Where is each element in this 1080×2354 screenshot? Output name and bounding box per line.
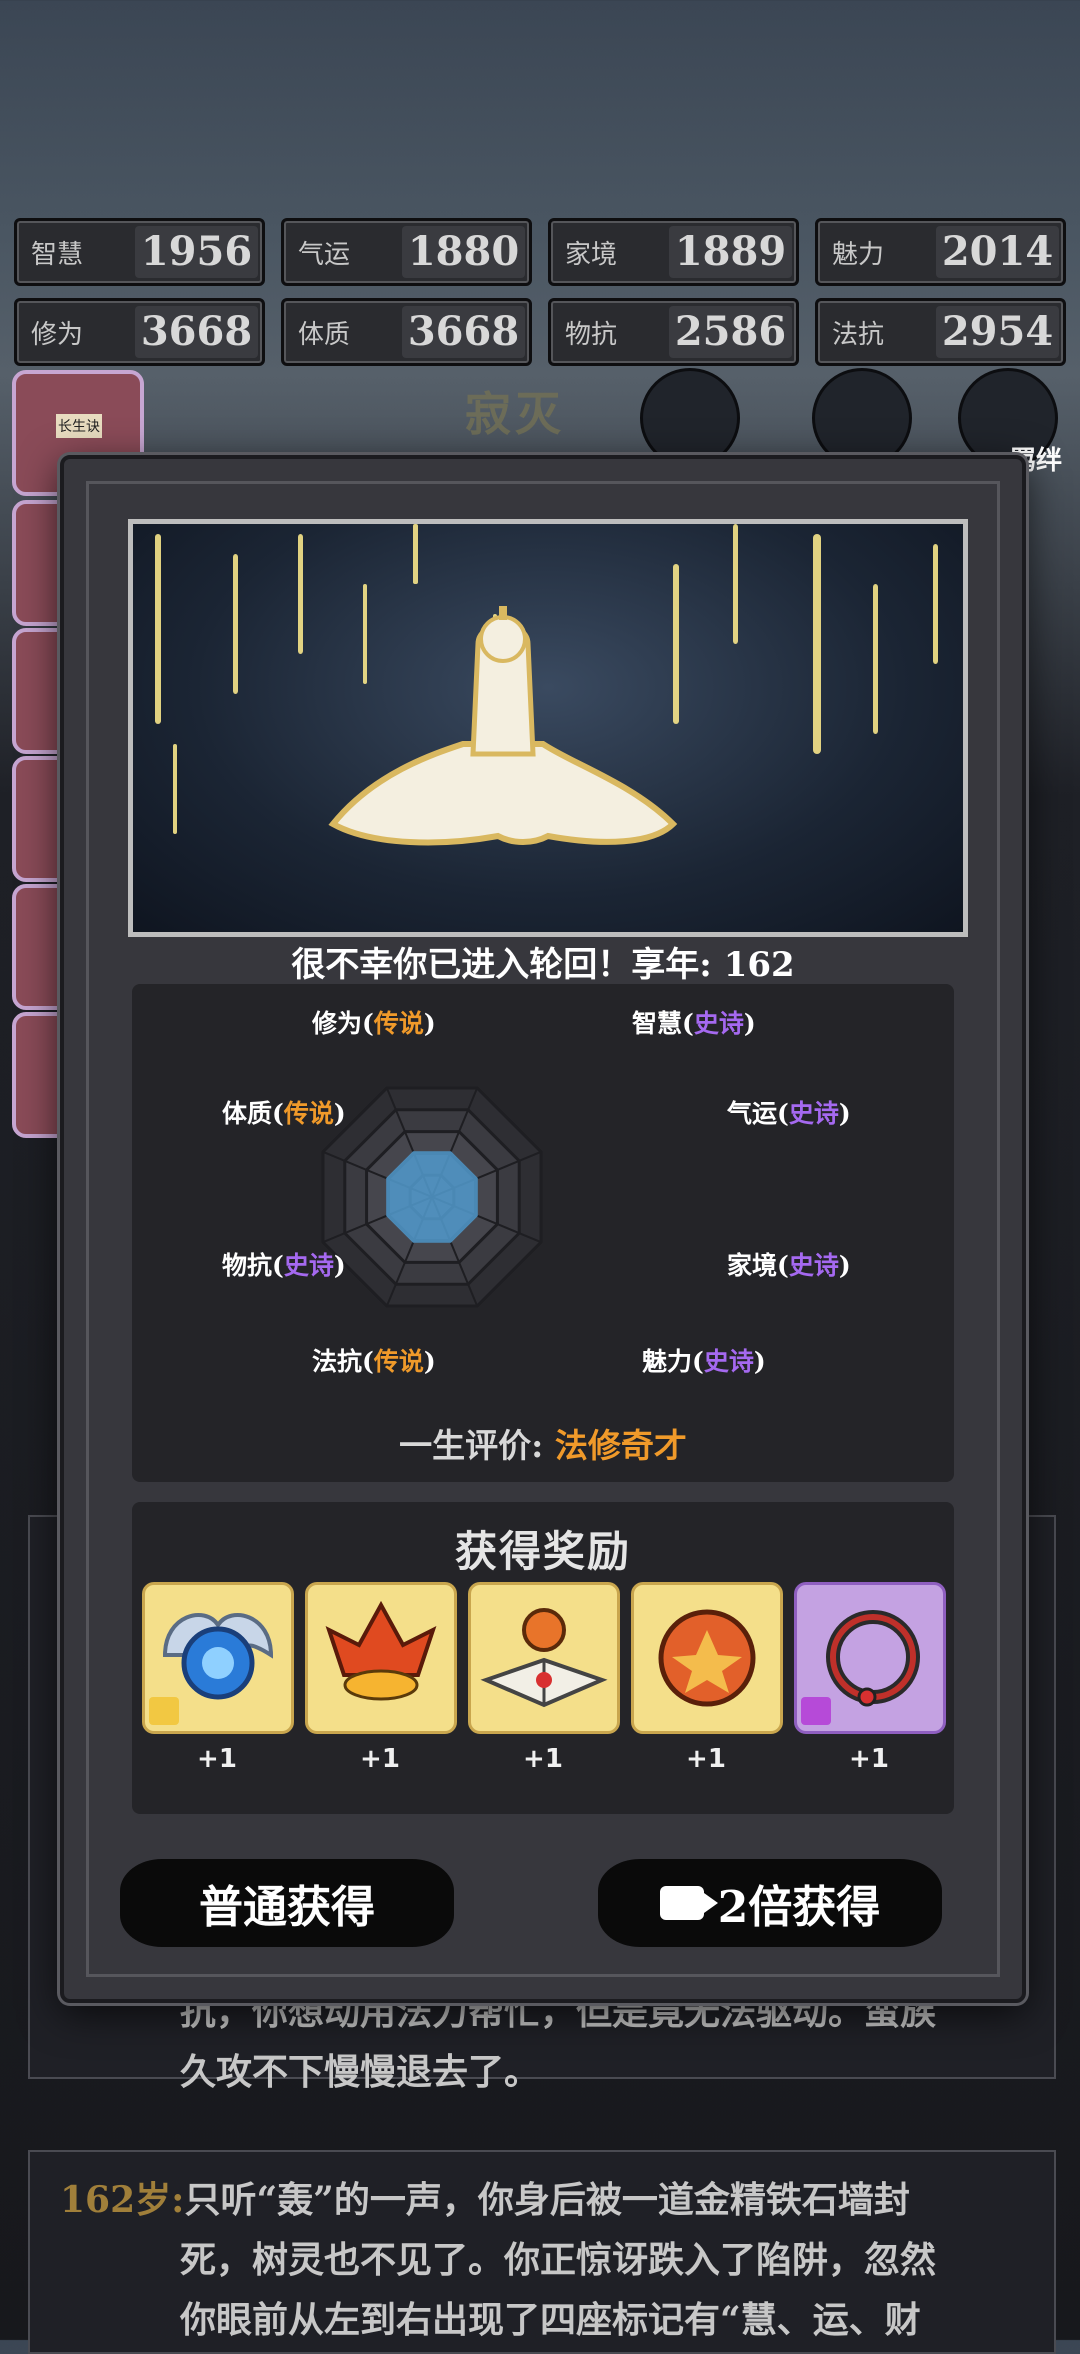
reward-item[interactable]: +1 <box>142 1582 294 1774</box>
log-entry: 162岁:只听“轰”的一声，你身后被一道金精铁石墙封 <box>60 2170 910 2230</box>
death-message: 很不幸你已进入轮回！享年: 162 <box>291 945 795 985</box>
stat-luck: 气运 1880 <box>281 218 532 286</box>
axis-label-constitution: 体质(传说) <box>222 1099 346 1128</box>
book-label: 长生诀 <box>56 414 102 438</box>
reward-list: +1 +1 +1 +1 +1 <box>142 1582 946 1774</box>
log-line: 你眼前从左到右出现了四座标记有“慧、运、财 <box>180 2299 921 2341</box>
reward-count: +1 <box>360 1744 400 1774</box>
double-claim-button[interactable]: 2倍获得 <box>600 1861 940 1945</box>
reward-item[interactable]: +1 <box>468 1582 620 1774</box>
stat-label: 气运 <box>298 239 351 270</box>
stat-value: 1889 <box>669 226 792 278</box>
reward-count: +1 <box>849 1744 889 1774</box>
stat-label: 法抗 <box>832 319 885 350</box>
stat-charm: 魅力 2014 <box>815 218 1066 286</box>
reincarnation-dialog: 很不幸你已进入轮回！享年: 162 修为(传说) 智慧(史诗) 气运(史诗) 家… <box>60 455 1026 2003</box>
flame-flower-icon <box>305 1582 457 1734</box>
realm-title: 寂灭 <box>465 387 565 441</box>
stat-label: 体质 <box>298 319 351 350</box>
radar-value-polygon <box>386 1151 478 1243</box>
stats-grid: 智慧 1956 气运 1880 家境 1889 魅力 2014 修为 3668 体质 366… <box>14 218 1066 366</box>
stat-constitution: 体质 3668 <box>281 298 532 366</box>
reward-count: +1 <box>523 1744 563 1774</box>
stat-value: 3668 <box>402 306 525 358</box>
reward-item[interactable]: +1 <box>794 1582 946 1774</box>
stat-label: 智慧 <box>31 239 84 270</box>
open-book-icon <box>468 1582 620 1734</box>
axis-label-phys-resist: 物抗(史诗) <box>222 1251 346 1280</box>
stat-value: 2954 <box>936 306 1059 358</box>
axis-label-magic-resist: 法抗(传说) <box>312 1347 436 1376</box>
reward-item[interactable]: +1 <box>305 1582 457 1774</box>
reward-count: +1 <box>197 1744 237 1774</box>
double-claim-label: 2倍获得 <box>717 1882 881 1933</box>
stat-value: 1880 <box>402 226 525 278</box>
log-age: 162岁: <box>60 2179 185 2221</box>
cloud-emblem-icon[interactable] <box>812 368 912 468</box>
stat-cultivation: 修为 3668 <box>14 298 265 366</box>
rewards-panel: 获得奖励 +1 +1 +1 +1 +1 <box>132 1502 954 1814</box>
axis-label-luck: 气运(史诗) <box>727 1099 851 1128</box>
stat-label: 物抗 <box>565 319 618 350</box>
stat-family: 家境 1889 <box>548 218 799 286</box>
blue-orb-icon <box>142 1582 294 1734</box>
puzzle-piece-icon <box>149 1697 179 1725</box>
stat-wisdom: 智慧 1956 <box>14 218 265 286</box>
fire-pearl-icon <box>631 1582 783 1734</box>
rewards-title: 获得奖励 <box>454 1527 631 1576</box>
stat-value: 3668 <box>135 306 258 358</box>
lock-icon[interactable] <box>640 368 740 468</box>
evaluation-label: 一生评价: <box>399 1426 544 1465</box>
axis-label-charm: 魅力(史诗) <box>642 1347 766 1376</box>
stat-value: 1956 <box>135 226 258 278</box>
normal-claim-button[interactable]: 普通获得 <box>122 1861 452 1945</box>
axis-label-family: 家境(史诗) <box>727 1251 851 1280</box>
reward-item[interactable]: +1 <box>631 1582 783 1774</box>
log-line: 只听“轰”的一声，你身后被一道金精铁石墙封 <box>184 2179 910 2221</box>
stat-label: 修为 <box>31 319 84 350</box>
meditation-scene-image <box>128 519 968 937</box>
dragon-ring-icon <box>794 1582 946 1734</box>
stat-value: 2586 <box>669 306 792 358</box>
stat-label: 魅力 <box>832 239 885 270</box>
stat-value: 2014 <box>936 226 1059 278</box>
attribute-radar-panel: 修为(传说) 智慧(史诗) 气运(史诗) 家境(史诗) 魅力(史诗) 法抗(传说… <box>132 984 954 1482</box>
video-camera-icon <box>659 1886 718 1920</box>
log-line: 死，树灵也不见了。你正惊讶跌入了陷阱，忽然 <box>180 2239 937 2281</box>
puzzle-piece-icon <box>801 1697 831 1725</box>
reward-count: +1 <box>686 1744 726 1774</box>
axis-label-wisdom: 智慧(史诗) <box>632 1009 756 1038</box>
axis-label-cultivation: 修为(传说) <box>312 1009 436 1038</box>
log-line: 久攻不下慢慢退去了。 <box>180 2051 541 2093</box>
stat-phys-resist: 物抗 2586 <box>548 298 799 366</box>
life-evaluation: 一生评价: 法修奇才 <box>132 1419 954 1467</box>
stat-magic-resist: 法抗 2954 <box>815 298 1066 366</box>
stat-label: 家境 <box>565 239 618 270</box>
radar-chart <box>321 1086 543 1308</box>
evaluation-value: 法修奇才 <box>554 1426 687 1465</box>
